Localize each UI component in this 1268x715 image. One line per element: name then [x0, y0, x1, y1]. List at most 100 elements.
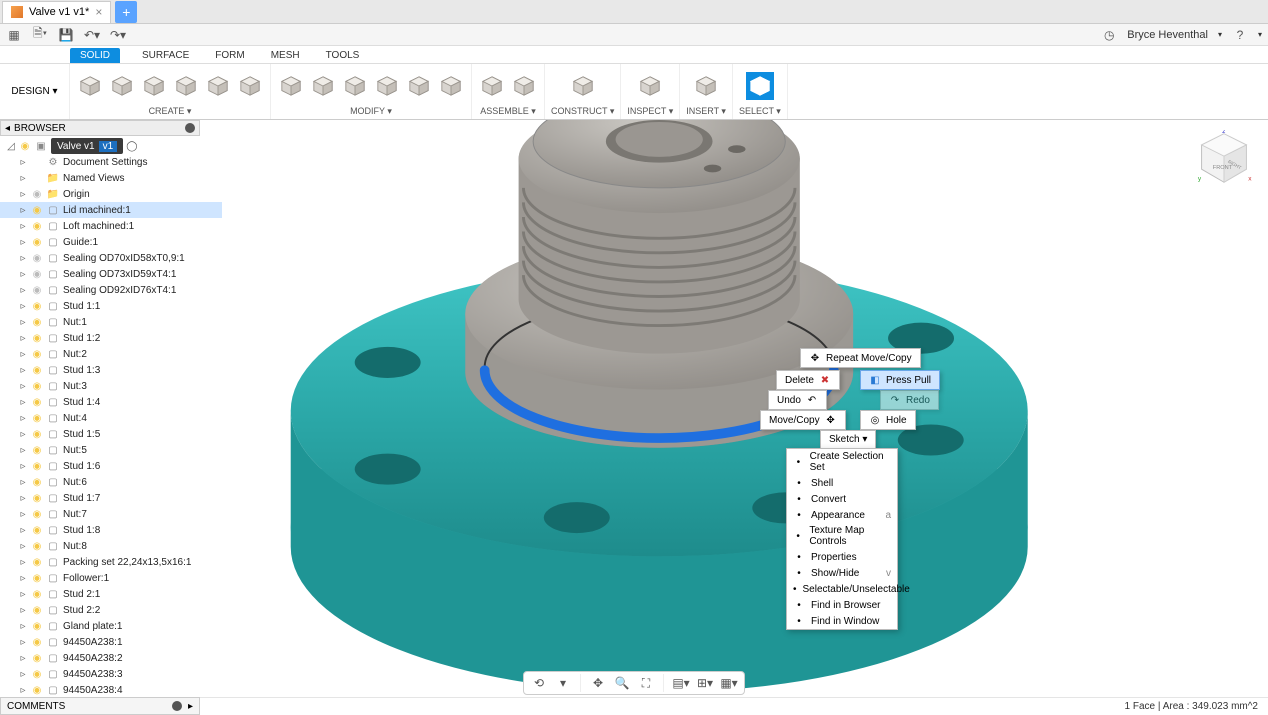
- tree-twisty-icon[interactable]: ▹: [18, 493, 28, 504]
- ribbon-group-label[interactable]: INSPECT ▾: [627, 106, 673, 117]
- ribbon-button-modify-0[interactable]: [277, 72, 305, 100]
- ribbon-group-label[interactable]: MODIFY ▾: [350, 106, 392, 117]
- tree-twisty-icon[interactable]: ▹: [18, 189, 28, 200]
- tree-item[interactable]: ▹◉📁Origin: [0, 186, 222, 202]
- tree-twisty-icon[interactable]: ▹: [18, 173, 28, 184]
- tree-item[interactable]: ▹◉▢Sealing OD73xID59xT4:1: [0, 266, 222, 282]
- mm-sketch[interactable]: Sketch ▾: [820, 430, 876, 449]
- ribbon-button-create-1[interactable]: [108, 72, 136, 100]
- context-menu-item[interactable]: •Properties: [787, 549, 897, 565]
- browser-panel-header[interactable]: ◂ BROWSER: [0, 120, 200, 136]
- collapse-icon[interactable]: ◂: [5, 123, 10, 134]
- tree-item[interactable]: ▹◉▢Stud 2:1: [0, 586, 222, 602]
- workspace-tab-form[interactable]: FORM: [211, 48, 248, 63]
- visibility-bulb-icon[interactable]: ◉: [31, 445, 43, 456]
- visibility-bulb-icon[interactable]: ◉: [31, 525, 43, 536]
- context-menu-item[interactable]: •Show/Hidev: [787, 565, 897, 581]
- tree-twisty-icon[interactable]: ▹: [18, 653, 28, 664]
- visibility-bulb-icon[interactable]: ◉: [31, 413, 43, 424]
- clock-icon[interactable]: ◷: [1101, 27, 1117, 43]
- tree-item[interactable]: ▹◉▢Sealing OD70xID58xT0,9:1: [0, 250, 222, 266]
- apps-icon[interactable]: ▦: [6, 27, 22, 43]
- tree-twisty-icon[interactable]: ▹: [18, 589, 28, 600]
- tree-item[interactable]: ▹◉▢Stud 1:3: [0, 362, 222, 378]
- tree-item[interactable]: ▹◉▢Stud 1:8: [0, 522, 222, 538]
- visibility-bulb-icon[interactable]: ◉: [31, 237, 43, 248]
- ribbon-button-modify-1[interactable]: [309, 72, 337, 100]
- mm-undo[interactable]: Undo ↶: [768, 390, 827, 410]
- tree-twisty-icon[interactable]: ▹: [18, 525, 28, 536]
- visibility-bulb-icon[interactable]: ◉: [31, 557, 43, 568]
- visibility-bulb-icon[interactable]: ◉: [31, 397, 43, 408]
- viewcube[interactable]: FRONT RIGHT x y z: [1196, 130, 1252, 186]
- tree-twisty-icon[interactable]: ▹: [18, 461, 28, 472]
- tree-twisty-icon[interactable]: ▹: [18, 573, 28, 584]
- tree-twisty-icon[interactable]: ▹: [18, 157, 28, 168]
- visibility-bulb-icon[interactable]: ◉: [31, 189, 43, 200]
- context-menu-item[interactable]: •Shell: [787, 475, 897, 491]
- comments-options-icon[interactable]: [172, 701, 182, 711]
- visibility-bulb-icon[interactable]: ◉: [31, 317, 43, 328]
- tree-item[interactable]: ▹◉▢Stud 1:6: [0, 458, 222, 474]
- visibility-bulb-icon[interactable]: ◉: [31, 477, 43, 488]
- workspace-dropdown[interactable]: DESIGN ▾: [0, 64, 70, 119]
- file-menu-icon[interactable]: 🗎▾: [32, 27, 48, 43]
- look-icon[interactable]: ▾: [554, 674, 572, 692]
- visibility-bulb-icon[interactable]: ◉: [31, 349, 43, 360]
- tree-item[interactable]: ▹◉▢Guide:1: [0, 234, 222, 250]
- tree-twisty-icon[interactable]: ▹: [18, 301, 28, 312]
- visibility-bulb-icon[interactable]: ◉: [31, 589, 43, 600]
- mm-delete[interactable]: Delete ✖: [776, 370, 840, 390]
- tree-item[interactable]: ▹◉▢Follower:1: [0, 570, 222, 586]
- ribbon-group-label[interactable]: CONSTRUCT ▾: [551, 106, 614, 117]
- tree-item[interactable]: ▹◉▢Stud 2:2: [0, 602, 222, 618]
- tree-item[interactable]: ▹◉▢Loft machined:1: [0, 218, 222, 234]
- context-menu-item[interactable]: •Convert: [787, 491, 897, 507]
- tree-item[interactable]: ▹◉▢Stud 1:1: [0, 298, 222, 314]
- ribbon-button-assemble-1[interactable]: [510, 72, 538, 100]
- visibility-bulb-icon[interactable]: ◉: [31, 685, 43, 696]
- tree-item[interactable]: ▹◉▢Nut:3: [0, 378, 222, 394]
- tree-item[interactable]: ▹◉▢Packing set 22,24x13,5x16:1: [0, 554, 222, 570]
- zoom-icon[interactable]: 🔍: [613, 674, 631, 692]
- tree-twisty-icon[interactable]: ▹: [18, 413, 28, 424]
- tree-item[interactable]: ▹◉▢94450A238:2: [0, 650, 222, 666]
- workspace-tab-mesh[interactable]: MESH: [267, 48, 304, 63]
- tree-item[interactable]: ▹◉📁Named Views: [0, 170, 222, 186]
- tree-item[interactable]: ▹◉▢Stud 1:4: [0, 394, 222, 410]
- tree-item[interactable]: ▹◉▢Stud 1:7: [0, 490, 222, 506]
- ribbon-group-label[interactable]: SELECT ▾: [739, 106, 781, 117]
- visibility-bulb-icon[interactable]: ◉: [31, 653, 43, 664]
- redo-icon[interactable]: ↷▾: [110, 27, 126, 43]
- help-icon[interactable]: ?: [1232, 27, 1248, 43]
- tree-item[interactable]: ▹◉▢Sealing OD92xID76xT4:1: [0, 282, 222, 298]
- ribbon-button-construct-0[interactable]: [569, 72, 597, 100]
- mm-press-pull[interactable]: ◧ Press Pull: [860, 370, 940, 390]
- workspace-tab-surface[interactable]: SURFACE: [138, 48, 193, 63]
- visibility-bulb-icon[interactable]: ◉: [31, 301, 43, 312]
- document-tab[interactable]: Valve v1 v1* ×: [2, 1, 111, 23]
- tree-item[interactable]: ▹◉▢Nut:6: [0, 474, 222, 490]
- visibility-bulb-icon[interactable]: ◉: [31, 573, 43, 584]
- tree-item[interactable]: ▹◉▢94450A238:4: [0, 682, 222, 697]
- grid-icon[interactable]: ⊞▾: [696, 674, 714, 692]
- tree-twisty-icon[interactable]: ▹: [18, 621, 28, 632]
- visibility-bulb-icon[interactable]: ◉: [31, 461, 43, 472]
- visibility-bulb-icon[interactable]: ◉: [31, 605, 43, 616]
- orbit-icon[interactable]: ⟲: [530, 674, 548, 692]
- visibility-bulb-icon[interactable]: ◉: [31, 333, 43, 344]
- tree-item[interactable]: ▹◉▢Nut:4: [0, 410, 222, 426]
- tree-item[interactable]: ▹◉⚙Document Settings: [0, 154, 222, 170]
- tree-twisty-icon[interactable]: ▹: [18, 397, 28, 408]
- visibility-bulb-icon[interactable]: ◉: [31, 669, 43, 680]
- ribbon-button-modify-2[interactable]: [341, 72, 369, 100]
- ribbon-button-create-5[interactable]: [236, 72, 264, 100]
- viewport-icon[interactable]: ▦▾: [720, 674, 738, 692]
- tree-item[interactable]: ▹◉▢Stud 1:2: [0, 330, 222, 346]
- tree-twisty-icon[interactable]: ▹: [18, 509, 28, 520]
- tree-item[interactable]: ▹◉▢94450A238:1: [0, 634, 222, 650]
- tree-item[interactable]: ▹◉▢Nut:5: [0, 442, 222, 458]
- visibility-bulb-icon[interactable]: ◉: [31, 637, 43, 648]
- ribbon-button-inspect-0[interactable]: [636, 72, 664, 100]
- mm-move-copy[interactable]: Move/Copy ✥: [760, 410, 846, 430]
